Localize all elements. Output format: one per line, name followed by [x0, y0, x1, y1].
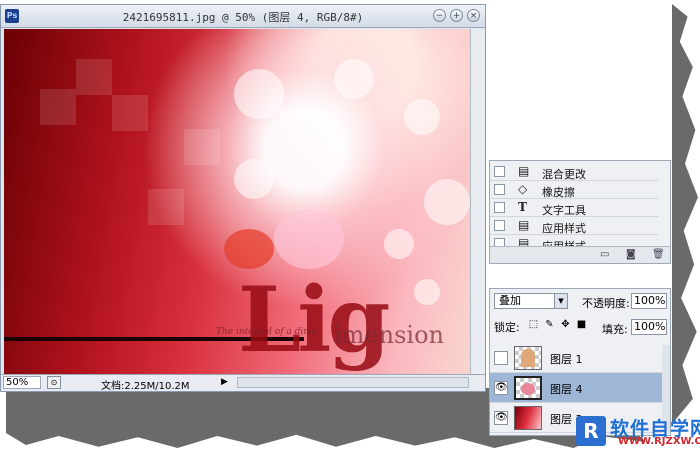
bokeh-light [424, 179, 470, 225]
minimize-icon[interactable]: − [433, 9, 446, 22]
layer-thumbnail [514, 406, 542, 430]
history-item-label: 文字工具 [542, 204, 586, 217]
translucent-tile [148, 189, 184, 225]
translucent-tile [40, 89, 76, 125]
maximize-icon[interactable]: + [450, 9, 463, 22]
blend-mode-select[interactable]: 叠加 ▼ [494, 293, 568, 309]
chevron-down-icon[interactable]: ▼ [554, 294, 567, 308]
history-panel: ▤ 混合更改 ◇ 橡皮擦 T 文字工具 ▤ 应用样式 ▤ 应用样式 ▭ ◙ 🗑 [489, 160, 671, 264]
document-window: Ps 2421695811.jpg @ 50% (图层 4, RGB/8#) −… [0, 4, 486, 392]
layer-thumbnail [514, 346, 542, 370]
history-snapshot-checkbox[interactable] [494, 166, 505, 177]
opacity-input[interactable]: 100% [631, 293, 667, 309]
trash-icon[interactable]: 🗑 [652, 249, 665, 260]
new-snapshot-icon[interactable]: ◙ [626, 249, 636, 260]
history-item[interactable]: ▤ 应用样式 [490, 217, 658, 235]
bokeh-light [414, 279, 440, 305]
flower-blossom [224, 229, 274, 269]
document-titlebar[interactable]: Ps 2421695811.jpg @ 50% (图层 4, RGB/8#) −… [1, 5, 485, 28]
history-item-label: 橡皮擦 [542, 186, 575, 199]
canvas-text-dimension: imension [334, 321, 444, 349]
zoom-level-field[interactable]: 50% [3, 376, 41, 389]
canvas-text-small: The integral of a dime [216, 327, 318, 337]
eye-icon[interactable]: 👁 [494, 411, 508, 425]
eye-icon[interactable]: 👁 [494, 381, 508, 395]
lock-position-icon[interactable]: ✥ [560, 319, 571, 330]
layer-name: 图层 1 [550, 353, 583, 366]
history-item[interactable]: T 文字工具 [490, 199, 658, 217]
opacity-label: 不透明度: [582, 297, 630, 310]
lock-all-icon[interactable]: ■ [576, 319, 587, 330]
bokeh-light [334, 59, 374, 99]
history-item[interactable]: ◇ 橡皮擦 [490, 181, 658, 199]
vertical-scrollbar[interactable] [470, 29, 485, 377]
new-document-from-state-icon[interactable]: ▭ [600, 249, 609, 260]
history-snapshot-checkbox[interactable] [494, 202, 505, 213]
close-icon[interactable]: × [467, 9, 480, 22]
history-snapshot-checkbox[interactable] [494, 184, 505, 195]
horizontal-scrollbar[interactable] [237, 377, 469, 388]
layer-thumbnail-flower [521, 383, 535, 395]
history-item-label: 应用样式 [542, 222, 586, 235]
status-menu-arrow-icon[interactable]: ▶ [221, 377, 228, 387]
lock-image-pixels-icon[interactable]: ✎ [544, 319, 555, 330]
status-info-icon[interactable]: ⊙ [47, 376, 61, 389]
fill-label: 填充: [602, 323, 628, 336]
watermark-logo: R [576, 416, 606, 446]
history-footer: ▭ ◙ 🗑 [490, 246, 670, 263]
image-canvas[interactable]: Lig imension The integral of a dime [4, 29, 470, 381]
lock-transparent-pixels-icon[interactable]: ⬚ [528, 319, 539, 330]
status-bar: 50% ⊙ 文档:2.25M/10.2M ▶ [1, 374, 485, 392]
bokeh-light [234, 159, 274, 199]
translucent-tile [184, 129, 220, 165]
canvas-text-light: Lig [238, 267, 390, 373]
flower-blossom [274, 209, 344, 269]
lock-label: 锁定: [494, 321, 520, 334]
document-title: 2421695811.jpg @ 50% (图层 4, RGB/8#) [122, 11, 364, 24]
watermark-url: WWW.RJZXW.COM [618, 436, 700, 447]
fill-input[interactable]: 100% [631, 319, 667, 335]
history-item-label: 混合更改 [542, 168, 586, 181]
document-size-info: 文档:2.25M/10.2M [101, 381, 190, 392]
history-snapshot-checkbox[interactable] [494, 220, 505, 231]
layer-thumbnail-figure [521, 349, 535, 367]
history-state-icon: ▤ [518, 164, 530, 178]
layer-name: 图层 4 [550, 383, 583, 396]
layer-row[interactable]: 👁 图层 4 [490, 373, 668, 403]
type-tool-icon: T [518, 200, 527, 214]
bokeh-light [234, 69, 284, 119]
bokeh-light [404, 99, 440, 135]
blend-mode-value: 叠加 [499, 294, 521, 307]
history-item[interactable]: ▤ 混合更改 [490, 163, 658, 181]
eraser-icon: ◇ [518, 182, 528, 196]
layer-row[interactable]: 图层 1 [490, 343, 668, 373]
translucent-tile [76, 59, 112, 95]
torn-edge-shadow-right [672, 4, 698, 424]
bokeh-light [384, 229, 414, 259]
history-state-icon: ▤ [518, 218, 530, 232]
layer-thumbnail [514, 376, 542, 400]
translucent-tile [112, 95, 148, 131]
layer-visibility-toggle[interactable] [494, 351, 508, 365]
